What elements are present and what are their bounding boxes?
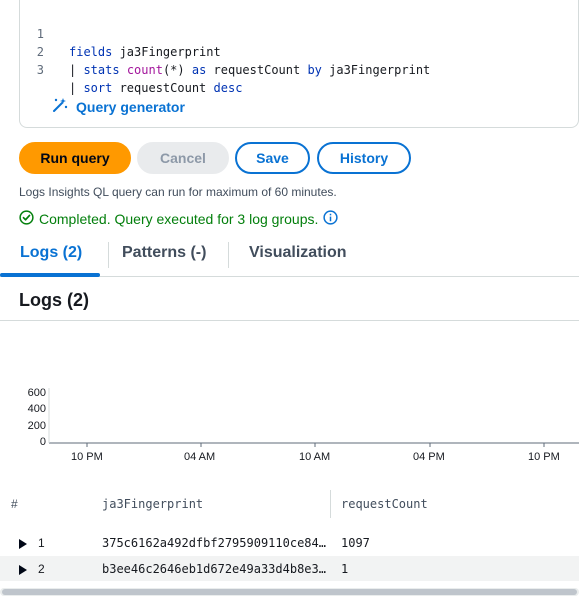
tab-divider <box>228 242 229 268</box>
status-text: Completed. Query executed for 3 log grou… <box>39 211 319 227</box>
code-text: | sort requestCount desc <box>69 81 243 95</box>
query-generator-link[interactable]: Query generator <box>52 97 185 116</box>
table-row[interactable]: 2 b3ee46c2646eb1d672e49a33d4b8e3… 1 <box>0 556 579 581</box>
expand-icon[interactable] <box>18 538 27 552</box>
cell-ja3fingerprint: 375c6162a492dfbf2795909110ce84… <box>102 536 326 550</box>
histogram-chart <box>48 388 579 447</box>
cancel-button[interactable]: Cancel <box>137 142 229 174</box>
query-generator-label: Query generator <box>76 98 185 115</box>
info-icon[interactable] <box>323 210 339 228</box>
x-tick-label: 10 AM <box>299 451 331 463</box>
code-text: fields ja3Fingerprint <box>69 45 221 59</box>
query-editor[interactable]: 1 fields ja3Fingerprint 2 | stats count(… <box>19 0 579 128</box>
x-tick-label: 10 PM <box>71 451 103 463</box>
table-row[interactable]: 1 375c6162a492dfbf2795909110ce84… 1097 <box>0 530 579 555</box>
query-time-note: Logs Insights QL query can run for maxim… <box>19 185 337 199</box>
scrollbar-thumb[interactable] <box>2 589 577 595</box>
x-tick-label: 04 AM <box>184 451 216 463</box>
horizontal-scrollbar[interactable] <box>0 588 579 596</box>
cell-requestcount: 1097 <box>341 536 370 550</box>
cell-requestcount: 1 <box>341 562 349 576</box>
run-query-button[interactable]: Run query <box>19 142 131 174</box>
sparkle-icon <box>52 97 68 116</box>
x-tick-label: 04 PM <box>413 451 445 463</box>
line-number: 3 <box>36 63 44 77</box>
column-header-ja3fingerprint[interactable]: ja3Fingerprint <box>102 497 203 511</box>
tab-divider <box>108 242 109 268</box>
query-status: Completed. Query executed for 3 log grou… <box>19 210 339 228</box>
history-button[interactable]: History <box>317 142 411 174</box>
row-index: 1 <box>38 536 45 550</box>
x-tick-label: 10 PM <box>528 451 560 463</box>
save-button[interactable]: Save <box>235 142 310 174</box>
success-icon <box>19 210 34 228</box>
code-line: 2 | stats count(*) as requestCount by ja… <box>20 25 431 77</box>
row-index: 2 <box>38 562 45 576</box>
section-title: Logs (2) <box>19 290 89 310</box>
active-tab-indicator <box>0 273 100 277</box>
code-text: | stats count(*) as requestCount by ja3F… <box>69 63 431 77</box>
cell-ja3fingerprint: b3ee46c2646eb1d672e49a33d4b8e3… <box>102 562 326 576</box>
tab-patterns[interactable]: Patterns (-) <box>122 244 206 262</box>
tab-logs[interactable]: Logs (2) <box>20 244 82 262</box>
tab-visualization[interactable]: Visualization <box>249 244 347 262</box>
expand-icon[interactable] <box>18 564 27 578</box>
code-line: 1 fields ja3Fingerprint <box>20 7 221 59</box>
column-header-requestcount[interactable]: requestCount <box>341 497 428 511</box>
column-divider <box>330 490 331 518</box>
code-line: 3 | sort requestCount desc <box>20 43 243 95</box>
section-divider <box>0 320 579 321</box>
column-header-index: # <box>11 497 18 511</box>
